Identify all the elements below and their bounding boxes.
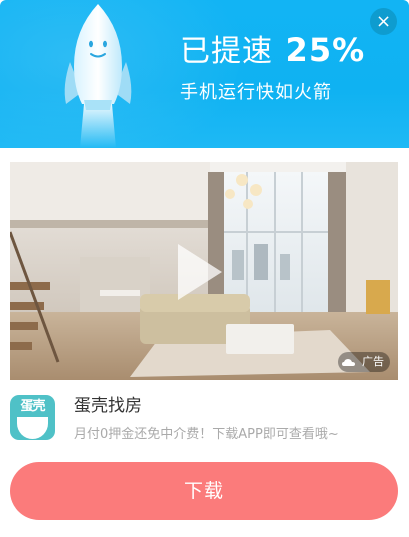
close-icon: × — [375, 11, 392, 32]
ad-video-thumbnail[interactable]: 广告 — [10, 162, 398, 380]
app-name: 蛋壳找房 — [74, 396, 142, 416]
close-button[interactable]: × — [370, 8, 397, 35]
download-button-label: 下载 — [183, 480, 224, 502]
app-icon[interactable]: 蛋壳 — [10, 395, 55, 440]
ad-dialog: 已提速 25% 手机运行快如火箭 × 广告 蛋壳 蛋壳找房 月付0押金还免中介费… — [0, 0, 409, 537]
cloud-logo-icon — [341, 359, 355, 366]
app-icon-label: 蛋壳 — [20, 399, 45, 414]
headline-prefix: 已提速 — [180, 34, 273, 69]
speedup-banner: 已提速 25% 手机运行快如火箭 × — [0, 0, 409, 148]
speedup-subtitle: 手机运行快如火箭 — [180, 82, 332, 103]
ad-label-badge: 广告 — [337, 352, 390, 372]
play-icon[interactable] — [178, 244, 222, 300]
download-button[interactable]: 下载 — [10, 462, 398, 520]
banner-glow — [0, 0, 280, 148]
ad-badge-text: 广告 — [362, 355, 384, 368]
eggshell-icon — [17, 417, 48, 439]
rocket-icon — [64, 4, 132, 148]
speedup-headline: 已提速 25% — [180, 30, 365, 72]
speedup-percentage: 25% — [285, 31, 366, 69]
app-description: 月付0押金还免中介费！下载APP即可查看哦~ — [74, 427, 339, 442]
